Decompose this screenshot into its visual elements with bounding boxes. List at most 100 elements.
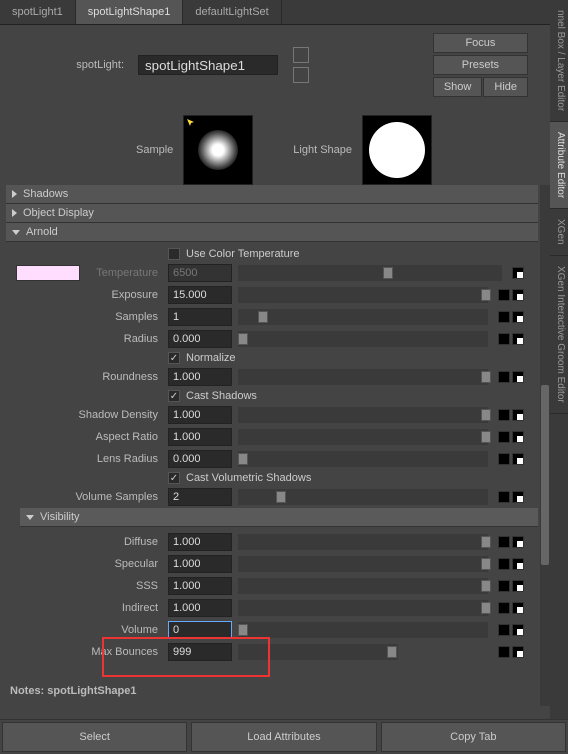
map-icon[interactable] [512,624,524,636]
connect-icon[interactable] [498,289,510,301]
diffuse-slider[interactable] [238,534,488,550]
connect-icon[interactable] [498,602,510,614]
radius-input[interactable] [168,330,232,348]
scrollbar[interactable] [540,185,550,706]
show-button[interactable]: Show [433,77,483,97]
copy-tab-button[interactable]: Copy Tab [381,722,566,752]
connect-icon[interactable] [498,646,510,658]
diffuse-input[interactable] [168,533,232,551]
sss-input[interactable] [168,577,232,595]
io-icon[interactable] [293,47,309,63]
samples-input[interactable] [168,308,232,326]
volume-slider[interactable] [238,622,488,638]
normalize-checkbox[interactable] [168,352,180,364]
hide-button[interactable]: Hide [483,77,528,97]
cast-shadows-label: Cast Shadows [186,390,257,402]
map-icon[interactable] [512,267,524,279]
map-icon[interactable] [512,289,524,301]
diffuse-label: Diffuse [6,536,162,548]
side-tab-xgen-groom[interactable]: XGen Interactive Groom Editor [550,256,568,414]
map-icon[interactable] [512,371,524,383]
section-object-display[interactable]: Object Display [6,204,538,223]
roundness-slider[interactable] [238,369,488,385]
connect-icon[interactable] [498,333,510,345]
map-icon[interactable] [512,431,524,443]
connect-icon[interactable] [498,371,510,383]
max-bounces-input[interactable] [168,643,232,661]
section-visibility[interactable]: Visibility [20,508,538,527]
section-shadows[interactable]: Shadows [6,185,538,204]
max-bounces-slider[interactable] [238,644,398,660]
aspect-ratio-input[interactable] [168,428,232,446]
connect-icon[interactable] [498,580,510,592]
side-tab-channelbox[interactable]: nnel Box / Layer Editor [550,0,568,122]
map-icon[interactable] [512,311,524,323]
volume-samples-slider[interactable] [238,489,488,505]
samples-label: Samples [6,311,162,323]
load-attributes-button[interactable]: Load Attributes [191,722,376,752]
use-color-temp-checkbox[interactable] [168,248,180,260]
samples-slider[interactable] [238,309,488,325]
radius-slider[interactable] [238,331,488,347]
connect-icon[interactable] [498,311,510,323]
connect-icon[interactable] [498,536,510,548]
node-name-input[interactable] [138,55,278,75]
connect-icon[interactable] [498,453,510,465]
aspect-ratio-slider[interactable] [238,429,488,445]
notes-label: Notes: spotLightShape1 [6,681,538,701]
specular-input[interactable] [168,555,232,573]
sss-slider[interactable] [238,578,488,594]
temperature-label: Temperature [86,267,162,279]
cast-vol-shadows-checkbox[interactable] [168,472,180,484]
io-icon2[interactable] [293,67,309,83]
shadow-density-slider[interactable] [238,407,488,423]
side-tabs: nnel Box / Layer Editor Attribute Editor… [550,0,568,719]
color-swatch[interactable] [16,265,80,281]
connect-icon[interactable] [498,431,510,443]
roundness-input[interactable] [168,368,232,386]
map-icon[interactable] [512,646,524,658]
exposure-input[interactable] [168,286,232,304]
tab-defaultlightset[interactable]: defaultLightSet [183,0,281,24]
select-button[interactable]: Select [2,722,187,752]
side-tab-xgen[interactable]: XGen [550,209,568,256]
section-arnold[interactable]: Arnold [6,223,538,242]
connect-icon[interactable] [498,558,510,570]
map-icon[interactable] [512,453,524,465]
scrollbar-thumb[interactable] [541,385,549,565]
sample-preview[interactable] [183,115,253,185]
focus-button[interactable]: Focus [433,33,528,53]
side-tab-attribute-editor[interactable]: Attribute Editor [550,122,568,209]
lightshape-preview[interactable] [362,115,432,185]
lens-radius-input[interactable] [168,450,232,468]
connect-icon[interactable] [498,409,510,421]
indirect-input[interactable] [168,599,232,617]
indirect-slider[interactable] [238,600,488,616]
volume-samples-input[interactable] [168,488,232,506]
lightshape-label: Light Shape [293,144,352,156]
presets-button[interactable]: Presets [433,55,528,75]
map-icon[interactable] [512,333,524,345]
map-icon[interactable] [512,409,524,421]
volume-input[interactable] [168,621,232,639]
map-icon[interactable] [512,602,524,614]
lens-radius-label: Lens Radius [6,453,162,465]
tab-spotlight1[interactable]: spotLight1 [0,0,76,24]
map-icon[interactable] [512,536,524,548]
connect-icon[interactable] [498,491,510,503]
map-icon[interactable] [512,558,524,570]
shadow-density-input[interactable] [168,406,232,424]
cast-shadows-checkbox[interactable] [168,390,180,402]
map-icon[interactable] [512,491,524,503]
connect-icon[interactable] [498,624,510,636]
specular-slider[interactable] [238,556,488,572]
lens-radius-slider[interactable] [238,451,488,467]
exposure-slider[interactable] [238,287,488,303]
max-bounces-label: Max Bounces [6,646,162,658]
normalize-label: Normalize [186,352,236,364]
exposure-label: Exposure [6,289,162,301]
map-icon[interactable] [512,580,524,592]
specular-label: Specular [6,558,162,570]
tab-spotlightshape1[interactable]: spotLightShape1 [76,0,184,24]
volume-label: Volume [6,624,162,636]
